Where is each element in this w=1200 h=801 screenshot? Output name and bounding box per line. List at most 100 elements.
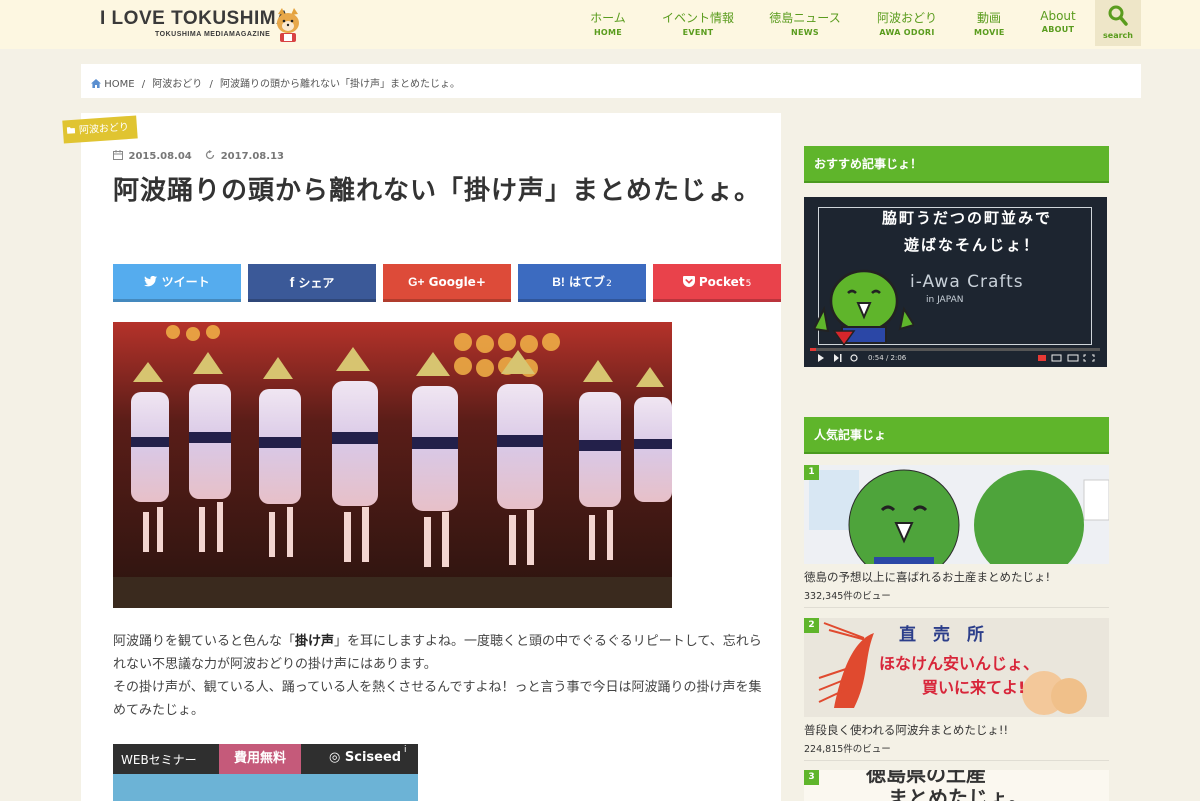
ad-info-icon[interactable]: i: [404, 745, 407, 755]
pocket-share-button[interactable]: Pocket5: [653, 264, 781, 302]
video-caption-line2: 遊ばなそんじょ！: [904, 236, 1041, 254]
ad-brand-text: Sciseed: [344, 750, 402, 765]
article-paragraph-2: その掛け声が、観ている人、踊っている人を熱くさせるんですよね！っと言う事で今日は…: [113, 680, 762, 718]
published-date: 2015.08.04: [128, 151, 192, 162]
recommended-video[interactable]: 脇町うだつの町並みで 遊ばなそんじょ！ i-Awa Crafts in JAPA…: [804, 197, 1107, 367]
recommended-heading: おすすめ記事じょ！: [804, 146, 1109, 183]
rank-badge: 2: [804, 618, 819, 633]
rank-badge: 3: [804, 770, 819, 785]
nav-movie-sub: MOVIE: [974, 28, 1005, 37]
site-header: I LOVE TOKUSHIMA TOKUSHIMA MEDIAMAGAZINE…: [0, 0, 1200, 49]
hatena-b-icon: B!: [552, 275, 565, 289]
video-caption-line1: 脇町うだつの町並みで: [882, 209, 1053, 227]
popular-3-sign-bottom: まとめたじょ。: [888, 786, 1028, 801]
twitter-share-label: ツイート: [161, 275, 210, 289]
rank-badge: 1: [804, 465, 819, 480]
ad-free-label: 費用無料: [219, 744, 301, 774]
nav-home-label: ホーム: [590, 11, 626, 25]
breadcrumb-separator: /: [209, 79, 213, 90]
popular-item-3-image: 徳島県の土産 まとめたじょ。 3: [804, 770, 1109, 801]
google-plus-share-label: Google+: [428, 275, 486, 289]
search-button[interactable]: search: [1095, 0, 1141, 46]
nav-awaodori-label: 阿波おどり: [876, 11, 937, 25]
nav-about[interactable]: About ABOUT: [1038, 9, 1078, 41]
breadcrumb-separator: /: [141, 79, 146, 90]
nav-about-label: About: [1040, 9, 1076, 23]
nav-home[interactable]: ホーム HOME: [588, 9, 628, 41]
divider: [804, 760, 1109, 761]
nav-movie-label: 動画: [976, 11, 1001, 25]
popular-item[interactable]: 1 徳島の予想以上に喜ばれるお土産まとめたじょ! 332,345件のビュー: [804, 465, 1109, 602]
category-badge-label: 阿波おどり: [78, 121, 130, 137]
calendar-icon: [113, 150, 123, 160]
video-progress-fill: [810, 348, 816, 351]
article-paragraph-1: 阿波踊りを観ていると色んな「掛け声」を耳にしますよね。一度聴くと頭の中でぐるぐる…: [113, 630, 773, 676]
twitter-bird-icon: [144, 275, 158, 287]
twitter-share-button[interactable]: ツイート: [113, 264, 241, 302]
hatena-share-label: はてブ: [569, 275, 606, 289]
nav-movie[interactable]: 動画 MOVIE: [974, 9, 1004, 41]
divider: [804, 607, 1109, 608]
facebook-share-label: シェア: [298, 276, 335, 290]
shop-sign-bottom: 買いに来てよ!: [922, 678, 1026, 697]
nav-news[interactable]: 徳島ニュース NEWS: [769, 9, 841, 41]
google-plus-share-button[interactable]: G+ Google+: [383, 264, 511, 302]
popular-item-1-image: 1: [804, 465, 1109, 564]
awa-odori-dancers-photo: [113, 322, 672, 608]
facebook-f-icon: f: [289, 274, 295, 290]
shop-sign-middle: ほなけん安いんじょ、: [879, 654, 1040, 673]
logo-main-text: I LOVE TOKUSHIMA: [100, 8, 291, 29]
nav-event-label: イベント情報: [662, 11, 735, 25]
google-plus-icon: G+: [408, 275, 425, 289]
home-icon: [91, 79, 101, 88]
breadcrumb-current: 阿波踊りの頭から離れない「掛け声」まとめたじょ。: [220, 79, 461, 90]
breadcrumb-category[interactable]: 阿波おどり: [152, 79, 202, 90]
popular-item-2-image: 直 売 所 ほなけん安いんじょ、 買いに来てよ! 2: [804, 618, 1109, 717]
dog-mascot-icon: [277, 8, 299, 42]
nav-about-sub: ABOUT: [1041, 25, 1075, 34]
nav-home-sub: HOME: [593, 28, 623, 37]
refresh-icon: [206, 150, 215, 160]
nav-event-sub: EVENT: [682, 28, 714, 37]
video-play-controls-icon[interactable]: [818, 354, 858, 362]
popular-item-title[interactable]: 徳島の予想以上に喜ばれるお土産まとめたじょ!: [804, 569, 1109, 585]
article-title: 阿波踊りの頭から離れない「掛け声」まとめたじょ。: [113, 176, 762, 206]
popular-item[interactable]: 直 売 所 ほなけん安いんじょ、 買いに来てよ! 2 普段良く使われる阿波弁まと…: [804, 618, 1109, 755]
article-dates: 2015.08.04 2017.08.13: [113, 150, 284, 162]
popular-item-title[interactable]: 普段良く使われる阿波弁まとめたじょ!!: [804, 722, 1109, 738]
logo-sub-text: TOKUSHIMA MEDIAMAGAZINE: [155, 31, 271, 38]
pocket-count: 5: [745, 279, 752, 289]
shop-sign-top: 直 売 所: [899, 625, 984, 645]
hatena-bookmark-button[interactable]: B! はてブ2: [518, 264, 646, 302]
search-icon: [1108, 5, 1128, 26]
green-mascot-icon: [814, 269, 914, 347]
ad-web-seminar-label: WEBセミナー: [121, 753, 197, 767]
ad-brand-label: ◎ Sciseed: [329, 750, 401, 765]
para1-text-a: 阿波踊りを観ていると色んな「: [113, 634, 296, 649]
nav-event[interactable]: イベント情報 EVENT: [662, 9, 734, 41]
video-progress-bar[interactable]: [810, 348, 1100, 351]
facebook-share-button[interactable]: f シェア: [248, 264, 376, 302]
nav-news-label: 徳島ニュース: [769, 11, 841, 25]
nav-awaodori[interactable]: 阿波おどり AWA ODORI: [876, 9, 938, 41]
breadcrumb-home[interactable]: HOME: [104, 79, 134, 90]
pocket-share-label: Pocket: [698, 275, 745, 289]
pocket-icon: [682, 276, 695, 287]
popular-item-views: 224,815件のビュー: [804, 744, 891, 755]
para1-emphasis: 掛け声: [295, 634, 335, 649]
breadcrumb: HOME / 阿波おどり / 阿波踊りの頭から離れない「掛け声」まとめたじょ。: [81, 64, 1141, 98]
nav-news-sub: NEWS: [791, 28, 819, 37]
sciseed-logo-icon: ◎: [329, 750, 341, 765]
hatena-count: 2: [606, 279, 612, 289]
popular-heading: 人気記事じょ: [804, 417, 1109, 454]
video-settings-icons[interactable]: [1038, 354, 1098, 362]
site-logo[interactable]: I LOVE TOKUSHIMA TOKUSHIMA MEDIAMAGAZINE: [100, 8, 310, 44]
folder-icon: [66, 127, 76, 134]
advertisement-banner[interactable]: WEBセミナー 費用無料 ◎ Sciseed i: [113, 744, 418, 801]
popular-item[interactable]: 徳島県の土産 まとめたじょ。 3: [804, 770, 1109, 801]
video-brand-text: i-Awa Crafts: [910, 272, 1024, 292]
video-time: 0:54 / 2:06: [868, 354, 907, 362]
article-body: 阿波踊りを観ていると色んな「掛け声」を耳にしますよね。一度聴くと頭の中でぐるぐる…: [113, 630, 773, 722]
popular-item-views: 332,345件のビュー: [804, 591, 891, 602]
nav-awaodori-sub: AWA ODORI: [879, 28, 935, 37]
